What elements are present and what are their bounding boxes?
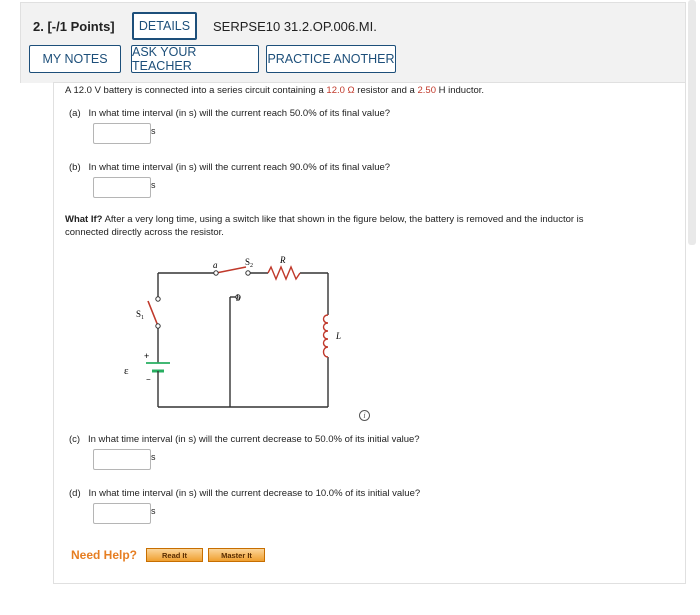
switch-s1-contact-top: [155, 296, 161, 302]
inductance-value: 2.50: [417, 85, 436, 96]
info-icon[interactable]: i: [359, 410, 370, 421]
problem-statement: A 12.0 V battery is connected into a ser…: [65, 85, 485, 96]
circuit-figure: a b S2 R S1 L ε + −: [124, 255, 341, 408]
my-notes-button[interactable]: MY NOTES: [29, 45, 121, 73]
part-a-unit: s: [151, 126, 156, 136]
part-d-question: (d) In what time interval (in s) will th…: [69, 488, 421, 499]
switch-s2-blade: [215, 266, 247, 274]
read-it-button[interactable]: Read It: [146, 548, 203, 562]
part-b-question: (b) In what time interval (in s) will th…: [69, 162, 391, 173]
part-d-answer-input[interactable]: [93, 503, 151, 524]
switch-s1-contact-bottom: [155, 323, 161, 329]
practice-another-button[interactable]: PRACTICE ANOTHER: [266, 45, 396, 73]
part-c-question: (c) In what time interval (in s) will th…: [69, 434, 420, 445]
part-b-unit: s: [151, 180, 156, 190]
resistor-symbol: [267, 265, 301, 281]
part-d-unit: s: [151, 506, 156, 516]
scrollbar[interactable]: [688, 0, 696, 245]
label-r: R: [279, 255, 286, 265]
label-l: L: [335, 331, 341, 341]
question-number: 2. [-/1 Points]: [33, 19, 115, 34]
ask-teacher-button[interactable]: ASK YOUR TEACHER: [131, 45, 259, 73]
details-button[interactable]: DETAILS: [132, 12, 197, 40]
label-minus: −: [146, 375, 151, 384]
label-plus: +: [144, 351, 149, 361]
question-header: 2. [-/1 Points] DETAILS SERPSE10 31.2.OP…: [20, 2, 686, 83]
resistance-value: 12.0 Ω: [326, 85, 355, 96]
part-a-question: (a) In what time interval (in s) will th…: [69, 108, 391, 119]
what-if-line-2: connected directly across the resistor.: [65, 227, 224, 238]
problem-code: SERPSE10 31.2.OP.006.MI.: [213, 19, 377, 34]
part-a-answer-input[interactable]: [93, 123, 151, 144]
label-emf: ε: [124, 365, 129, 377]
label-s2: S2: [245, 257, 253, 269]
need-help-label: Need Help?: [71, 548, 138, 562]
part-c-answer-input[interactable]: [93, 449, 151, 470]
switch-s1-blade: [147, 300, 159, 327]
switch-s2-pivot: [213, 270, 219, 276]
label-a: a: [213, 260, 218, 270]
what-if-line-1: What If? After a very long time, using a…: [65, 214, 584, 225]
label-s1: S1: [136, 309, 144, 321]
inductor-symbol: [322, 314, 329, 358]
label-b: b: [236, 293, 241, 303]
part-c-unit: s: [151, 452, 156, 462]
master-it-button[interactable]: Master It: [208, 548, 265, 562]
switch-a-contact: [245, 270, 251, 276]
part-b-answer-input[interactable]: [93, 177, 151, 198]
